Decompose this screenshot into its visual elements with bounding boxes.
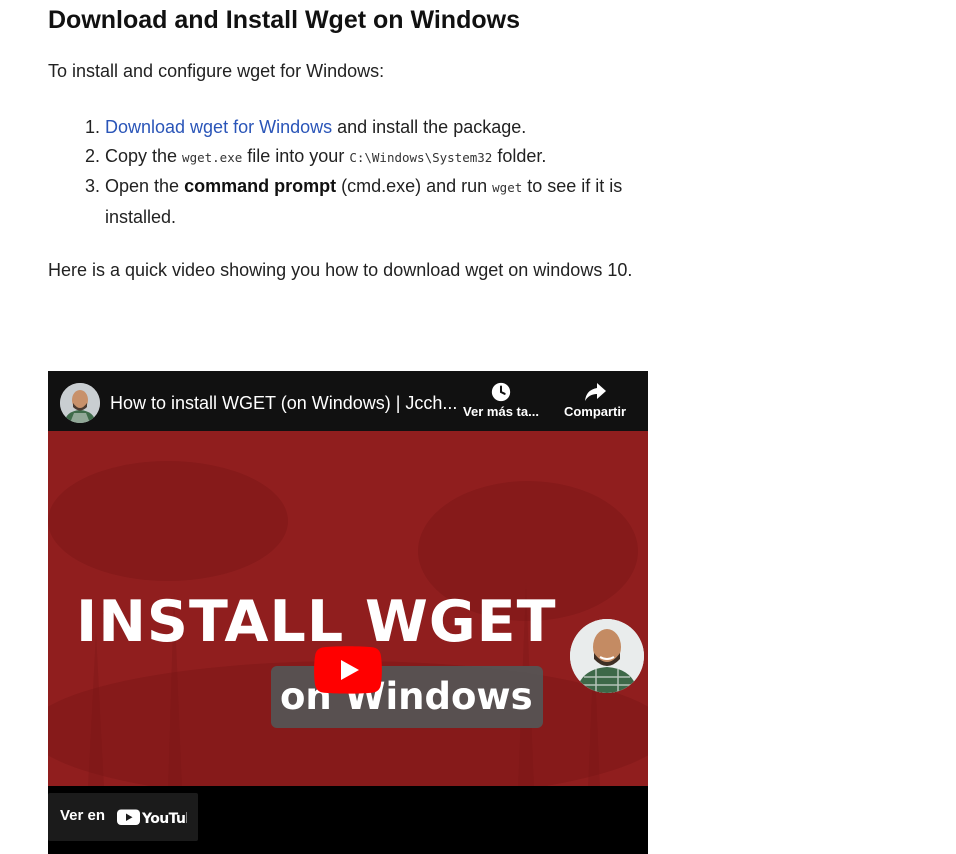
- video-top-bar: How to install WGET (on Windows) | Jcch.…: [48, 371, 648, 431]
- list-item: Download wget for Windows and install th…: [105, 113, 638, 142]
- video-thumbnail[interactable]: INSTALL WGET on Windows: [48, 431, 648, 786]
- page-title: Download and Install Wget on Windows: [48, 6, 520, 34]
- step-text: file into your: [242, 145, 350, 166]
- inline-code: wget.exe: [182, 149, 243, 165]
- channel-avatar[interactable]: [60, 383, 100, 423]
- list-item: Copy the wget.exe file into your C:\Wind…: [105, 142, 638, 173]
- intro-paragraph: To install and configure wget for Window…: [48, 61, 385, 81]
- step-text: Copy the: [105, 145, 183, 166]
- watch-on-label: Ver en: [60, 807, 106, 824]
- step-text: (cmd.exe) and run: [336, 176, 493, 196]
- share-button[interactable]: Compartir: [550, 381, 640, 419]
- inline-code: wget: [492, 180, 523, 195]
- download-wget-link[interactable]: Download wget for Windows: [105, 117, 332, 137]
- step-text: Open the: [105, 176, 185, 196]
- watch-later-button[interactable]: Ver más ta...: [456, 381, 546, 419]
- install-steps-list: Download wget for Windows and install th…: [48, 113, 638, 231]
- list-item: Open the command prompt (cmd.exe) and ru…: [105, 172, 638, 231]
- watch-later-label: Ver más ta...: [463, 404, 539, 419]
- play-button[interactable]: [314, 646, 382, 694]
- host-photo: [570, 619, 644, 693]
- video-bottom-bar: Ver en YouTube: [48, 786, 648, 854]
- clock-icon: [491, 382, 511, 402]
- youtube-play-icon: [314, 646, 382, 694]
- inline-code: C:\Windows\System32: [349, 149, 493, 165]
- youtube-logo-icon: YouTube: [117, 809, 187, 826]
- share-arrow-icon: [585, 383, 606, 401]
- step-text: folder.: [492, 145, 547, 166]
- share-label: Compartir: [563, 404, 627, 419]
- step-text: and install the package.: [332, 117, 527, 137]
- video-title[interactable]: How to install WGET (on Windows) | Jcch.…: [110, 391, 460, 415]
- youtube-wordmark: YouTube: [141, 811, 187, 826]
- video-intro-paragraph: Here is a quick video showing you how to…: [48, 260, 633, 280]
- youtube-embed[interactable]: How to install WGET (on Windows) | Jcch.…: [48, 371, 648, 854]
- bold-text: command prompt: [184, 176, 337, 196]
- watch-on-youtube-button[interactable]: Ver en YouTube: [48, 793, 198, 841]
